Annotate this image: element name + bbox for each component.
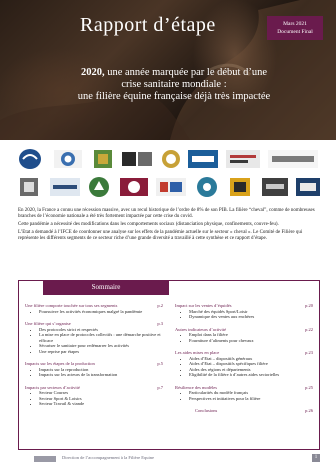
toc-item: Perspectives et initiatives pour la fili… xyxy=(189,396,313,402)
partner-logo-4 xyxy=(122,152,152,166)
toc-page-number: p.5 xyxy=(157,361,163,366)
partner-logo-14 xyxy=(197,177,217,197)
toc-page-number: p.2 xyxy=(157,303,163,308)
table-of-contents: Sommaire Une filière comporte touchée su… xyxy=(18,280,320,450)
toc-page-number: p.3 xyxy=(157,321,163,326)
toc-section-title: Conclusions xyxy=(195,408,218,413)
partner-logo-13 xyxy=(156,178,186,196)
toc-section[interactable]: Impacts sur les étapes de la production p… xyxy=(25,361,163,378)
toc-section-title: Une filière comporte touchée sur tous se… xyxy=(25,303,118,308)
partner-logo-6 xyxy=(188,150,218,168)
partner-logo-16 xyxy=(262,178,288,196)
partner-logo-17 xyxy=(296,178,320,196)
toc-title: Sommaire xyxy=(43,280,169,295)
toc-item: Poursuivre les activités économiques mal… xyxy=(39,309,163,315)
toc-section[interactable]: Une filière comporte touchée sur tous se… xyxy=(25,303,163,314)
page-footer: Direction de l’accompagnement à la Filiè… xyxy=(0,452,336,470)
partner-logo-1 xyxy=(19,149,41,169)
toc-section[interactable]: Résilience des modèlesp.25 Particularité… xyxy=(175,385,313,402)
badge-status: Document Final xyxy=(277,29,313,35)
toc-page-number: p.23 xyxy=(305,350,313,355)
report-title: Rapport d’étape xyxy=(80,14,216,36)
footer-text: Direction de l’accompagnement à la Filiè… xyxy=(62,455,154,460)
partner-logo-7 xyxy=(226,150,260,168)
intro-paragraph-1: En 2020, la France a connu une récession… xyxy=(18,208,315,219)
toc-section-title: Impact sur les ventes d’équidés xyxy=(175,303,232,308)
intro-paragraph-3: L’Etat a demandé à l’IFCE de coordonner … xyxy=(18,230,303,241)
toc-right-column: Impact sur les ventes d’équidésp.20 Marc… xyxy=(175,303,313,421)
toc-page-number: p.22 xyxy=(305,326,313,332)
toc-section[interactable]: Conclusions p.26 xyxy=(175,408,313,414)
intro-paragraph-2: Cette pandémie a nécessité des modificat… xyxy=(18,222,279,227)
hero-banner: Rapport d’étape Mars 2021 Document Final… xyxy=(0,0,336,140)
partner-logo-12 xyxy=(120,178,148,196)
toc-item: La mise en place de protocoles collectif… xyxy=(39,332,163,343)
toc-left-column: Une filière comporte touchée sur tous se… xyxy=(25,303,163,414)
toc-page-number: p.26 xyxy=(305,408,313,413)
partner-logo-9 xyxy=(20,178,38,196)
document-page: Rapport d’étape Mars 2021 Document Final… xyxy=(0,0,336,470)
intro-text: En 2020, la France a connu une récession… xyxy=(18,208,323,244)
partner-logo-3 xyxy=(94,150,112,168)
toc-item: Impacts sur les acteurs de la transforma… xyxy=(39,372,163,378)
toc-item: Secteur Travail & viande xyxy=(39,401,163,407)
headline-line3: une filière équine française déjà très i… xyxy=(77,91,271,102)
toc-page-number: p.7 xyxy=(157,384,163,390)
toc-section[interactable]: Impacts par secteurs d’activitép.7 Secte… xyxy=(25,385,163,407)
headline: 2020, une année marquée par le début d’u… xyxy=(20,67,328,103)
partner-logo-8 xyxy=(268,150,318,168)
partner-logo-5 xyxy=(162,150,180,168)
toc-section[interactable]: Autres indicateurs d’activitép.22 Emploi… xyxy=(175,327,313,344)
headline-line1: une année marquée par le début d’une xyxy=(104,67,267,78)
toc-section[interactable]: Les aides mises en placep.23 Aides d’Eta… xyxy=(175,350,313,378)
badge-date: Mars 2021 xyxy=(283,21,307,27)
footer-logo-icon xyxy=(34,456,56,462)
partner-logo-11 xyxy=(89,177,109,197)
toc-item: Dynamique des ventes aux enchères xyxy=(189,314,313,320)
page-number-badge: 1 xyxy=(312,454,320,462)
toc-section-title: Impacts sur les étapes de la production xyxy=(25,361,95,366)
toc-item: Fourniture d’aliments pour chevaux xyxy=(189,338,313,344)
toc-section[interactable]: Impact sur les ventes d’équidésp.20 Marc… xyxy=(175,303,313,320)
partner-logo-15 xyxy=(230,178,250,196)
headline-line2: crise sanitaire mondiale : xyxy=(121,79,227,90)
partner-logos xyxy=(0,142,336,204)
toc-page-number: p.25 xyxy=(305,384,313,390)
toc-page-number: p.20 xyxy=(305,303,313,308)
partner-logo-2 xyxy=(54,150,82,168)
toc-item: Une reprise par étapes xyxy=(39,349,163,355)
headline-year: 2020, xyxy=(80,67,105,78)
toc-item: Eligibilité de la filière à d’autres aid… xyxy=(189,372,313,378)
toc-section[interactable]: Une filière qui s’organisep.3 Des protoc… xyxy=(25,321,163,354)
partner-logo-10 xyxy=(50,178,80,196)
date-badge: Mars 2021 Document Final xyxy=(267,16,323,40)
